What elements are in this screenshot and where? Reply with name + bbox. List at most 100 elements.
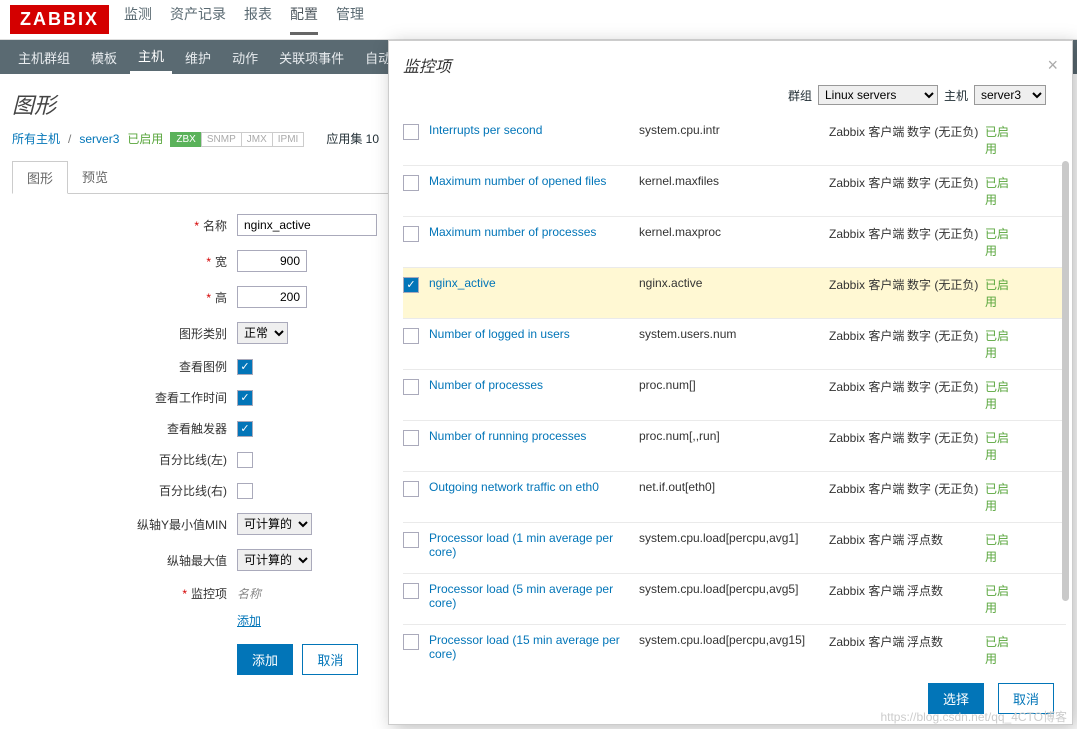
item-value-type: 数字 (无正负) bbox=[907, 225, 985, 242]
ymin-select[interactable]: 可计算的 bbox=[237, 513, 312, 535]
item-type: Zabbix 客户端 bbox=[829, 480, 907, 497]
item-status[interactable]: 已启用 bbox=[985, 225, 1019, 259]
item-value-type: 浮点数 bbox=[907, 582, 985, 599]
row-checkbox[interactable] bbox=[403, 175, 419, 191]
topnav-item[interactable]: 监测 bbox=[124, 4, 152, 35]
worktime-checkbox[interactable]: ✓ bbox=[237, 390, 253, 406]
item-status[interactable]: 已启用 bbox=[985, 633, 1019, 667]
group-filter-label: 群组 bbox=[788, 87, 812, 104]
item-status[interactable]: 已启用 bbox=[985, 429, 1019, 463]
subnav-item[interactable]: 主机 bbox=[130, 40, 172, 74]
item-name[interactable]: Processor load (5 min average per core) bbox=[429, 582, 639, 610]
item-status[interactable]: 已启用 bbox=[985, 531, 1019, 565]
interface-tag: JMX bbox=[241, 132, 273, 147]
modal-select-button[interactable]: 选择 bbox=[928, 683, 984, 714]
host-filter-select[interactable]: server3 bbox=[974, 85, 1046, 105]
item-key: system.cpu.load[percpu,avg5] bbox=[639, 582, 829, 596]
tab-item[interactable]: 图形 bbox=[12, 161, 68, 194]
item-value-type: 数字 (无正负) bbox=[907, 378, 985, 395]
pct-right-checkbox[interactable] bbox=[237, 483, 253, 499]
item-status[interactable]: 已启用 bbox=[985, 276, 1019, 310]
item-type: Zabbix 客户端 bbox=[829, 327, 907, 344]
item-type: Zabbix 客户端 bbox=[829, 633, 907, 650]
width-input[interactable] bbox=[237, 250, 307, 272]
table-row[interactable]: Processor load (1 min average per core)s… bbox=[403, 523, 1066, 574]
scrollbar-thumb[interactable] bbox=[1062, 161, 1069, 601]
form-cancel-button[interactable]: 取消 bbox=[302, 644, 358, 675]
ymax-select[interactable]: 可计算的 bbox=[237, 549, 312, 571]
item-name[interactable]: nginx_active bbox=[429, 276, 639, 290]
item-status[interactable]: 已启用 bbox=[985, 174, 1019, 208]
group-filter-select[interactable]: Linux servers bbox=[818, 85, 938, 105]
table-row[interactable]: ✓nginx_activenginx.activeZabbix 客户端数字 (无… bbox=[403, 268, 1066, 319]
row-checkbox[interactable] bbox=[403, 226, 419, 242]
logo[interactable]: ZABBIX bbox=[10, 5, 109, 34]
tab-item[interactable]: 预览 bbox=[68, 161, 122, 193]
row-checkbox[interactable]: ✓ bbox=[403, 277, 419, 293]
item-status[interactable]: 已启用 bbox=[985, 480, 1019, 514]
item-name[interactable]: Number of logged in users bbox=[429, 327, 639, 341]
topnav-item[interactable]: 资产记录 bbox=[170, 4, 226, 35]
appsets-link[interactable]: 应用集 10 bbox=[326, 130, 379, 147]
table-row[interactable]: Number of running processesproc.num[,,ru… bbox=[403, 421, 1066, 472]
row-checkbox[interactable] bbox=[403, 481, 419, 497]
table-row[interactable]: Number of processesproc.num[]Zabbix 客户端数… bbox=[403, 370, 1066, 421]
item-key: system.users.num bbox=[639, 327, 829, 341]
item-name[interactable]: Maximum number of processes bbox=[429, 225, 639, 239]
table-row[interactable]: Outgoing network traffic on eth0net.if.o… bbox=[403, 472, 1066, 523]
item-status[interactable]: 已启用 bbox=[985, 327, 1019, 361]
item-name[interactable]: Processor load (1 min average per core) bbox=[429, 531, 639, 559]
item-status[interactable]: 已启用 bbox=[985, 378, 1019, 412]
subnav-item[interactable]: 维护 bbox=[177, 40, 219, 74]
row-checkbox[interactable] bbox=[403, 124, 419, 140]
table-row[interactable]: Maximum number of processeskernel.maxpro… bbox=[403, 217, 1066, 268]
item-name[interactable]: Processor load (15 min average per core) bbox=[429, 633, 639, 661]
item-type: Zabbix 客户端 bbox=[829, 276, 907, 293]
legend-checkbox[interactable]: ✓ bbox=[237, 359, 253, 375]
breadcrumb-host[interactable]: server3 bbox=[79, 132, 119, 146]
item-name[interactable]: Number of processes bbox=[429, 378, 639, 392]
subnav-item[interactable]: 关联项事件 bbox=[271, 40, 352, 74]
item-value-type: 数字 (无正负) bbox=[907, 123, 985, 140]
name-input[interactable] bbox=[237, 214, 377, 236]
row-checkbox[interactable] bbox=[403, 379, 419, 395]
topnav-item[interactable]: 报表 bbox=[244, 4, 272, 35]
item-name[interactable]: Outgoing network traffic on eth0 bbox=[429, 480, 639, 494]
legend-label: 查看图例 bbox=[12, 358, 237, 375]
pct-left-checkbox[interactable] bbox=[237, 452, 253, 468]
subnav-item[interactable]: 动作 bbox=[224, 40, 266, 74]
table-row[interactable]: Maximum number of opened fileskernel.max… bbox=[403, 166, 1066, 217]
item-name[interactable]: Maximum number of opened files bbox=[429, 174, 639, 188]
item-name[interactable]: Number of running processes bbox=[429, 429, 639, 443]
triggers-checkbox[interactable]: ✓ bbox=[237, 421, 253, 437]
row-checkbox[interactable] bbox=[403, 634, 419, 650]
item-type: Zabbix 客户端 bbox=[829, 582, 907, 599]
graph-type-select[interactable]: 正常 bbox=[237, 322, 288, 344]
item-value-type: 数字 (无正负) bbox=[907, 174, 985, 191]
item-status[interactable]: 已启用 bbox=[985, 582, 1019, 616]
pct-right-label: 百分比线(右) bbox=[12, 482, 237, 499]
interface-tags: ZBXSNMPJMXIPMI bbox=[171, 131, 304, 147]
modal-close-icon[interactable]: × bbox=[1047, 55, 1058, 76]
topnav-item[interactable]: 管理 bbox=[336, 4, 364, 35]
item-type: Zabbix 客户端 bbox=[829, 531, 907, 548]
height-input[interactable] bbox=[237, 286, 307, 308]
table-row[interactable]: Interrupts per secondsystem.cpu.intrZabb… bbox=[403, 115, 1066, 166]
table-row[interactable]: Number of logged in userssystem.users.nu… bbox=[403, 319, 1066, 370]
item-key: system.cpu.load[percpu,avg15] bbox=[639, 633, 829, 647]
modal-cancel-button[interactable]: 取消 bbox=[998, 683, 1054, 714]
item-name[interactable]: Interrupts per second bbox=[429, 123, 639, 137]
subnav-item[interactable]: 模板 bbox=[83, 40, 125, 74]
item-status[interactable]: 已启用 bbox=[985, 123, 1019, 157]
subnav-item[interactable]: 主机群组 bbox=[10, 40, 78, 74]
row-checkbox[interactable] bbox=[403, 583, 419, 599]
row-checkbox[interactable] bbox=[403, 532, 419, 548]
table-row[interactable]: Processor load (15 min average per core)… bbox=[403, 625, 1066, 673]
breadcrumb-all-hosts[interactable]: 所有主机 bbox=[12, 130, 60, 147]
form-add-button[interactable]: 添加 bbox=[237, 644, 293, 675]
table-row[interactable]: Processor load (5 min average per core)s… bbox=[403, 574, 1066, 625]
row-checkbox[interactable] bbox=[403, 328, 419, 344]
items-add-link[interactable]: 添加 bbox=[237, 612, 261, 629]
row-checkbox[interactable] bbox=[403, 430, 419, 446]
topnav-item[interactable]: 配置 bbox=[290, 4, 318, 35]
